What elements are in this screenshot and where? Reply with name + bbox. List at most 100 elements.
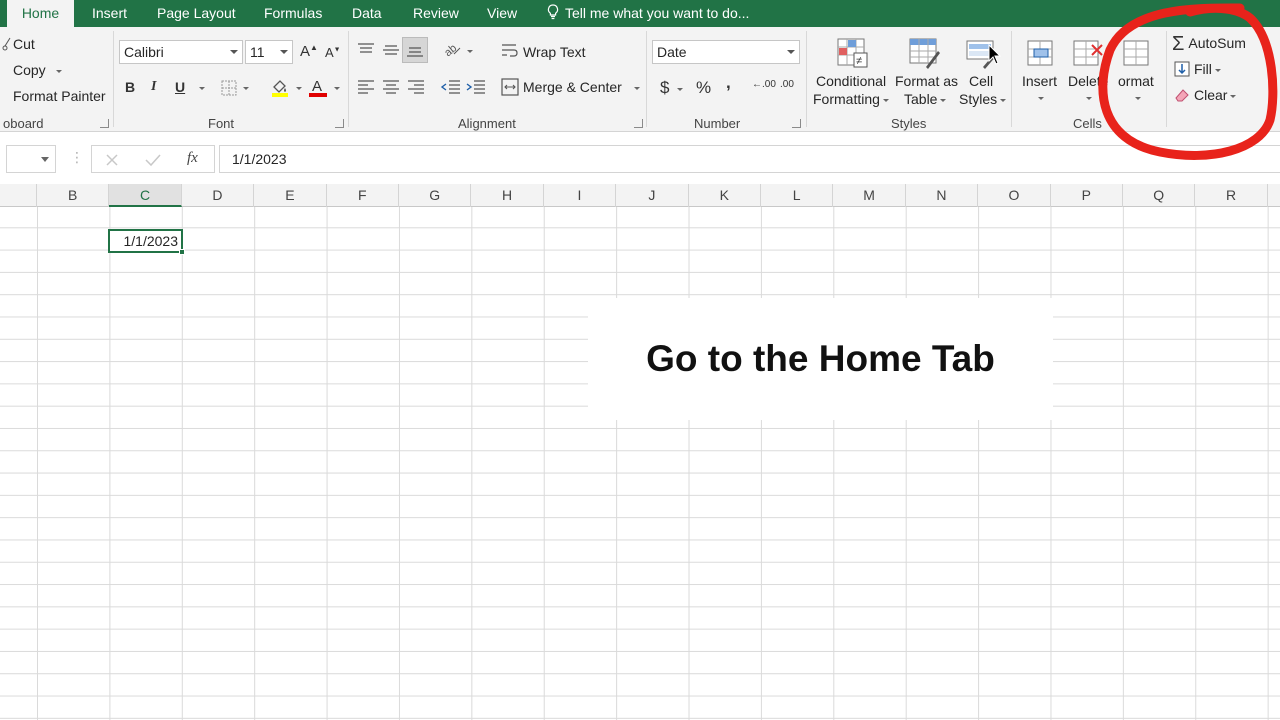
column-header-n[interactable]: N [906,184,979,207]
insert-function-button[interactable]: fx [187,150,198,167]
align-top-icon[interactable] [357,42,375,58]
dialog-launcher-icon[interactable] [335,119,344,128]
column-header-g[interactable]: G [399,184,472,207]
column-header-q[interactable]: Q [1123,184,1196,207]
shrink-font-label: A [325,45,334,60]
fill-color-icon[interactable] [270,77,290,97]
dialog-launcher-icon[interactable] [100,119,109,128]
format-as-table-label-2: Table [904,91,947,107]
merge-center-button[interactable]: Merge & Center [523,79,640,95]
align-right-icon[interactable] [407,79,425,95]
increase-decimal-label: .00 [762,79,776,90]
column-header-f[interactable]: F [327,184,399,207]
cut-button[interactable]: Cut [13,36,35,52]
number-group-label: Number [694,116,741,131]
fill-handle[interactable] [179,249,185,255]
chevron-down-icon [633,87,640,90]
tab-data[interactable]: Data [352,0,382,27]
wrap-text-button[interactable]: Wrap Text [523,44,586,60]
worksheet-grid[interactable] [0,207,1280,720]
decrease-indent-icon[interactable] [441,79,461,95]
column-header-p[interactable]: P [1051,184,1123,207]
conditional-formatting-label-1: Conditional [816,73,887,89]
align-left-icon[interactable] [357,79,375,95]
tab-formulas[interactable]: Formulas [264,0,322,27]
align-middle-icon[interactable] [382,42,400,58]
percent-style-button[interactable]: % [696,78,711,98]
column-header-m[interactable]: M [833,184,906,207]
increase-decimal-button[interactable]: ←.00 [752,80,776,90]
underline-button[interactable]: U [175,79,185,95]
chevron-down-icon[interactable] [467,50,473,53]
styles-group-label: Styles [891,116,927,131]
shrink-font-button[interactable]: A▼ [325,45,341,60]
tab-page-layout[interactable]: Page Layout [157,0,236,27]
chevron-down-icon[interactable] [199,87,205,90]
copy-button[interactable]: Copy [13,62,62,78]
group-divider [113,31,114,127]
svg-text:A: A [312,78,322,95]
active-cell-c3[interactable]: 1/1/2023 [108,229,183,253]
bold-button[interactable]: B [125,79,135,95]
tab-view[interactable]: View [487,0,517,27]
align-center-icon[interactable] [382,79,400,95]
font-color-icon[interactable]: A [308,77,328,97]
formula-bar-grip[interactable]: ⋮ [70,149,84,166]
column-header-d[interactable]: D [182,184,255,207]
italic-button[interactable]: I [151,79,156,95]
column-header-o[interactable]: O [978,184,1051,207]
enter-check-icon[interactable] [145,153,161,167]
chevron-down-icon [1000,99,1007,102]
column-header-h[interactable]: H [471,184,544,207]
dialog-launcher-icon[interactable] [634,119,643,128]
chevron-down-icon[interactable] [296,87,302,90]
tab-insert[interactable]: Insert [92,0,127,27]
insert-cells-button[interactable]: Insert [1018,33,1062,113]
decrease-decimal-button[interactable]: .00 [780,80,794,90]
chevron-down-icon[interactable] [41,157,49,162]
chevron-down-icon[interactable] [334,87,340,90]
wrap-text-icon[interactable] [501,43,519,59]
borders-icon[interactable] [221,80,237,96]
column-header-b[interactable]: B [37,184,110,207]
font-size-select[interactable]: 11 [245,40,293,64]
tab-home[interactable]: Home [7,0,74,28]
chevron-down-icon [55,70,62,73]
cell-styles-label-2: Styles [959,91,1007,107]
name-box[interactable] [6,145,56,173]
column-header-r[interactable]: R [1195,184,1268,207]
column-header-j[interactable]: J [616,184,689,207]
increase-indent-icon[interactable] [466,79,486,95]
grow-font-button[interactable]: A▲ [300,43,318,60]
conditional-formatting-button[interactable]: ≠ Conditional Formatting [812,33,892,113]
column-header-l[interactable]: L [761,184,834,207]
comma-style-button[interactable]: , [726,73,731,93]
group-divider [806,31,807,127]
column-header-i[interactable]: I [544,184,617,207]
scissors-icon [2,37,11,51]
format-as-table-button[interactable]: Format as Table [893,33,958,113]
column-header-e[interactable]: E [254,184,327,207]
cancel-icon[interactable] [105,153,119,167]
column-header-c[interactable]: C [109,184,182,207]
column-header-partial[interactable] [0,184,37,207]
font-name-select[interactable]: Calibri [119,40,243,64]
number-format-select[interactable]: Date [652,40,800,64]
tell-me-search[interactable]: Tell me what you want to do... [547,0,749,27]
tab-review[interactable]: Review [413,0,459,27]
merge-center-icon[interactable] [501,78,519,96]
group-divider [1011,31,1012,127]
conditional-formatting-label-2: Formatting [813,91,889,107]
chevron-down-icon[interactable] [243,87,249,90]
column-header-k[interactable]: K [689,184,761,207]
mouse-pointer-icon [988,44,1002,65]
insert-cells-label: Insert [1022,73,1058,89]
red-circle-annotation [1098,3,1278,160]
orientation-icon[interactable]: ab [442,40,462,58]
grow-font-label: A [300,43,311,60]
copy-label: Copy [13,62,46,78]
align-bottom-button[interactable] [402,37,428,63]
accounting-format-button[interactable]: $ [660,78,684,98]
format-painter-button[interactable]: Format Painter [13,88,106,104]
dialog-launcher-icon[interactable] [792,119,801,128]
